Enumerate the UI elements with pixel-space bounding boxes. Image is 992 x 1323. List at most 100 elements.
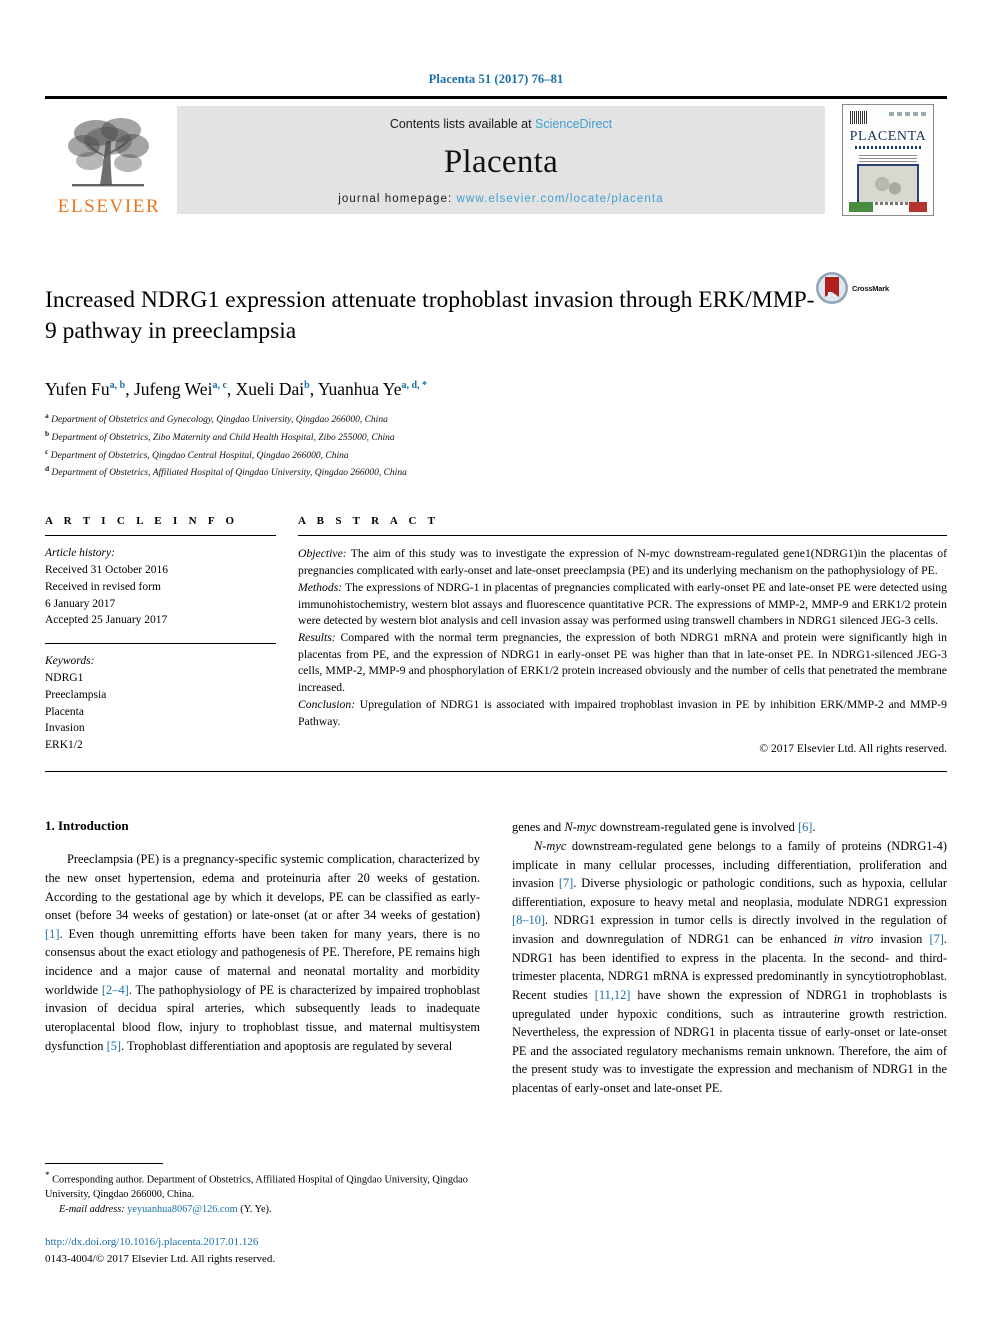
citation-ref-11-12[interactable]: [11,12] [595, 988, 631, 1002]
citation-ref-2-4[interactable]: [2–4] [102, 983, 129, 997]
elsevier-tree-icon [68, 118, 149, 187]
author-sep: , [309, 378, 318, 399]
citation-ref-5[interactable]: [5] [107, 1039, 121, 1053]
cover-logo-right [909, 202, 927, 212]
keyword-item: ERK1/2 [45, 739, 83, 752]
paper-page: Placenta 51 (2017) 76–81 ELSEVIER Conten… [0, 0, 992, 1323]
homepage-url-link[interactable]: www.elsevier.com/locate/placenta [457, 193, 664, 205]
journal-cover-thumbnail: PLACENTA [842, 104, 934, 216]
text-run: downstream-regulated gene is involved [596, 820, 798, 835]
keyword-item: NDRG1 [45, 672, 84, 685]
journal-banner: ELSEVIER Contents lists available at Sci… [45, 96, 947, 221]
abstract-heading: A B S T R A C T [298, 515, 440, 528]
crossmark-badge[interactable]: CrossMark [815, 271, 911, 305]
doi-block: http://dx.doi.org/10.1016/j.placenta.201… [45, 1234, 475, 1267]
text-run: . [812, 820, 816, 835]
citation-ref-7b[interactable]: [7] [929, 932, 943, 946]
author-name: Yufen Fu [45, 378, 110, 399]
introduction-right-text: genes and N-myc downstream-regulated gen… [512, 818, 947, 1097]
affiliation-mark: b [45, 428, 50, 438]
elsevier-wordmark: ELSEVIER [57, 196, 161, 217]
doi-link[interactable]: http://dx.doi.org/10.1016/j.placenta.201… [45, 1234, 475, 1251]
history-line: 6 January 2017 [45, 597, 116, 610]
affiliation-text: Department of Obstetrics and Gynecology,… [51, 415, 388, 425]
keywords-label: Keywords: [45, 655, 95, 668]
author-list: Yufen Fua, b, Jufeng Weia, c, Xueli Daib… [45, 379, 947, 401]
author-name: Jufeng Wei [133, 378, 213, 399]
cover-subtitle-lines [859, 153, 917, 162]
italic-term: N-myc [534, 839, 567, 854]
divider [45, 643, 276, 645]
abstract-conclusion: Conclusion: Upregulation of NDRG1 is ass… [298, 697, 947, 730]
keyword-item: Invasion [45, 722, 85, 735]
divider [45, 771, 947, 773]
keyword-item: Preeclampsia [45, 688, 107, 701]
italic-term: in vitro [833, 932, 874, 947]
affiliation-item: a Department of Obstetrics and Gynecolog… [45, 410, 947, 428]
text-run: Preeclampsia (PE) is a pregnancy-specifi… [45, 852, 480, 923]
author-sep: , [125, 378, 134, 399]
divider [298, 535, 947, 537]
banner-center: Contents lists available at ScienceDirec… [177, 106, 825, 214]
history-line: Received 31 October 2016 [45, 564, 168, 577]
citation-ref-8-10[interactable]: [8–10] [512, 913, 545, 927]
affiliation-item: b Department of Obstetrics, Zibo Materni… [45, 428, 947, 446]
article-history-block: Article history: Received 31 October 201… [45, 545, 276, 629]
affiliation-item: d Department of Obstetrics, Affiliated H… [45, 463, 947, 481]
article-history-label: Article history: [45, 547, 115, 560]
affiliation-text: Department of Obstetrics, Affiliated Hos… [51, 468, 407, 479]
email-suffix: (Y. Ye). [237, 1204, 272, 1216]
cover-photo [857, 164, 919, 204]
abstract-body: Objective: The aim of this study was to … [298, 546, 947, 730]
footnote-divider [45, 1162, 163, 1164]
author-name: Yuanhua Ye [317, 378, 402, 399]
running-head: Placenta 51 (2017) 76–81 [428, 72, 564, 86]
sciencedirect-link[interactable]: ScienceDirect [535, 117, 612, 131]
history-line: Received in revised form [45, 580, 161, 593]
contents-available-line: Contents lists available at ScienceDirec… [390, 117, 612, 131]
author-name: Xueli Dai [235, 378, 305, 399]
conclusion-text: Upregulation of NDRG1 is associated with… [298, 697, 947, 728]
results-label: Results: [298, 631, 336, 645]
text-run: invasion [873, 932, 930, 947]
corresponding-text: Corresponding author. Department of Obst… [45, 1174, 468, 1201]
affiliation-text: Department of Obstetrics, Zibo Maternity… [51, 432, 395, 443]
text-run: genes and [512, 820, 565, 835]
article-title: Increased NDRG1 expression attenuate tro… [45, 286, 815, 344]
author-sep: , [226, 378, 236, 399]
affiliation-text: Department of Obstetrics, Qingdao Centra… [50, 450, 349, 461]
left-column: 1. Introduction Preeclampsia (PE) is a p… [45, 818, 480, 1097]
email-label: E-mail address: [59, 1204, 125, 1216]
title-row: Increased NDRG1 expression attenuate tro… [45, 269, 947, 363]
citation-ref-1[interactable]: [1] [45, 927, 59, 941]
journal-title: Placenta [443, 143, 559, 180]
article-info-heading: A R T I C L E I N F O [45, 515, 239, 528]
text-run: have shown the expression of NDRG1 in tr… [512, 987, 947, 1095]
citation-ref-7a[interactable]: [7] [559, 876, 573, 890]
email-link[interactable]: yeyuanhua8067@126.com [127, 1204, 237, 1215]
objective-label: Objective: [298, 547, 347, 561]
introduction-heading: 1. Introduction [45, 818, 129, 834]
affiliation-mark: d [45, 464, 50, 474]
methods-label: Methods: [298, 580, 343, 594]
conclusion-label: Conclusion: [298, 697, 356, 711]
info-abstract-section: A R T I C L E I N F O Article history: R… [45, 515, 947, 755]
affiliation-mark: a [45, 410, 49, 420]
journal-homepage-line: journal homepage: www.elsevier.com/locat… [338, 193, 663, 205]
journal-cover-area: PLACENTA [829, 99, 947, 221]
article-info-column: A R T I C L E I N F O Article history: R… [45, 515, 298, 755]
right-column: genes and N-myc downstream-regulated gen… [512, 818, 947, 1097]
italic-term: N-myc [564, 820, 597, 835]
text-run: . Diverse physiologic or pathologic cond… [512, 876, 947, 909]
results-text: Compared with the normal term pregnancie… [298, 631, 947, 695]
cover-header-lines [889, 112, 927, 116]
barcode-icon [850, 111, 868, 124]
author-marks: a, d, * [401, 380, 428, 392]
abstract-results: Results: Compared with the normal term p… [298, 630, 947, 697]
crossmark-icon [816, 272, 848, 304]
abstract-methods: Methods: The expressions of NDRG-1 in pl… [298, 580, 947, 630]
text-run: . Trophoblast differentiation and apopto… [121, 1038, 453, 1053]
citation-ref-6[interactable]: [6] [798, 820, 812, 834]
divider [45, 535, 276, 537]
affiliation-mark: c [45, 446, 49, 456]
